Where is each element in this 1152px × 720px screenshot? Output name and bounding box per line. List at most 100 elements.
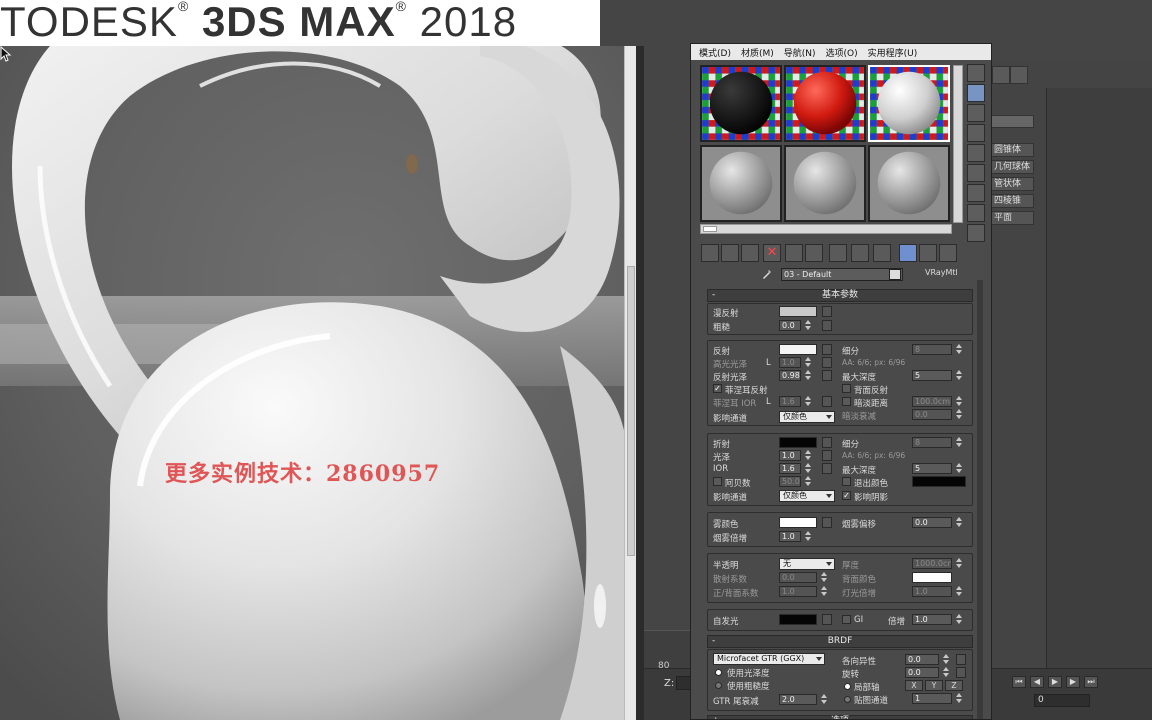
scatter-coeff-field[interactable]: 0.0 — [779, 572, 817, 583]
gtr-tail-spinner[interactable] — [821, 694, 827, 705]
rollout-brdf[interactable]: - BRDF — [707, 635, 973, 648]
roughness-map-button[interactable] — [822, 320, 832, 331]
self-illum-mult-spinner[interactable] — [956, 614, 962, 625]
object-type-dropdown[interactable] — [990, 115, 1034, 128]
light-mult-spinner[interactable] — [956, 586, 962, 597]
backside-checkbox[interactable] — [842, 384, 851, 393]
back-color-swatch[interactable] — [912, 572, 952, 583]
front-back-coeff-field[interactable]: 1.0 — [779, 586, 817, 597]
fog-color-map-button[interactable] — [822, 517, 832, 528]
render-viewport[interactable]: 更多实例技术：2860957 — [0, 46, 628, 720]
menu-navigation[interactable]: 导航(N) — [784, 46, 816, 59]
anisotropy-map-button[interactable] — [956, 654, 966, 665]
cmd-item-pyramid[interactable]: 四棱锥 — [990, 194, 1034, 208]
cmd-item-geosphere[interactable]: 几何球体 — [990, 160, 1034, 174]
background-icon[interactable] — [967, 104, 985, 122]
current-frame-field[interactable]: 0 — [1034, 694, 1090, 707]
diffuse-color-swatch[interactable] — [779, 306, 817, 317]
tab-display-icon[interactable] — [992, 66, 1010, 84]
get-material-icon[interactable] — [701, 244, 719, 262]
fresnel-ior-spinner[interactable] — [805, 396, 811, 407]
go-start-icon[interactable]: ⏮ — [1012, 676, 1026, 688]
abbe-spinner[interactable] — [805, 476, 811, 487]
sample-slot-6[interactable] — [868, 145, 950, 222]
cmd-item-cone[interactable]: 圆锥体 — [990, 143, 1034, 157]
menu-utilities[interactable]: 实用程序(U) — [868, 46, 918, 59]
ior-spinner[interactable] — [805, 463, 811, 474]
fog-color-swatch[interactable] — [779, 517, 817, 528]
roughness-spinner[interactable] — [805, 320, 811, 331]
next-frame-icon[interactable]: ▶ — [1066, 676, 1080, 688]
slots-vertical-scrollbar[interactable] — [953, 65, 963, 223]
sample-slot-2[interactable] — [784, 65, 866, 142]
dim-distance-spinner[interactable] — [956, 396, 962, 407]
fog-mult-field[interactable]: 1.0 — [779, 531, 801, 542]
ior-field[interactable]: 1.6 — [779, 463, 801, 474]
brdf-type-dropdown[interactable]: Microfacet GTR (GGX) — [713, 653, 825, 665]
material-navigator-icon[interactable] — [967, 224, 985, 242]
scrollbar-thumb[interactable] — [627, 266, 635, 556]
use-roughness-radio[interactable] — [715, 682, 722, 689]
self-illum-map-button[interactable] — [822, 614, 832, 625]
axis-x-button[interactable]: X — [905, 680, 923, 691]
sample-slot-5[interactable] — [784, 145, 866, 222]
eyedropper-icon[interactable] — [761, 268, 773, 280]
hilight-lock-button[interactable]: L — [766, 358, 771, 368]
make-preview-icon[interactable] — [967, 164, 985, 182]
exit-color-checkbox[interactable] — [842, 477, 851, 486]
dim-distance-checkbox[interactable] — [842, 397, 851, 406]
use-glossiness-radio[interactable] — [715, 669, 722, 676]
refr-affect-dropdown[interactable]: 仅颜色 — [779, 490, 835, 502]
refr-subdiv-spinner[interactable] — [956, 437, 962, 448]
translucency-dropdown[interactable]: 无 — [779, 558, 835, 570]
axis-y-button[interactable]: Y — [925, 680, 943, 691]
refr-subdiv-field[interactable]: 8 — [912, 437, 952, 448]
tab-utilities-icon[interactable] — [1010, 66, 1028, 84]
fog-mult-spinner[interactable] — [805, 531, 811, 542]
refl-maxdepth-field[interactable]: 5 — [912, 370, 952, 381]
menu-options[interactable]: 选项(O) — [826, 46, 858, 59]
self-illum-mult-field[interactable]: 1.0 — [912, 614, 952, 625]
hilight-gloss-map-button[interactable] — [822, 357, 832, 368]
cmd-item-tube[interactable]: 管状体 — [990, 177, 1034, 191]
fresnel-ior-lock-button[interactable]: L — [766, 397, 771, 407]
rotation-spinner[interactable] — [943, 667, 949, 678]
refr-gloss-spinner[interactable] — [805, 450, 811, 461]
go-to-parent-icon[interactable] — [899, 244, 917, 262]
reset-map-icon[interactable]: ✕ — [763, 244, 781, 262]
dim-falloff-spinner[interactable] — [956, 409, 962, 420]
refl-gloss-map-button[interactable] — [822, 370, 832, 381]
assign-to-selection-icon[interactable] — [741, 244, 759, 262]
make-unique-icon[interactable] — [785, 244, 803, 262]
self-illum-gi-checkbox[interactable] — [842, 615, 851, 624]
uv-tiling-icon[interactable] — [967, 124, 985, 142]
params-scrollbar[interactable] — [977, 280, 983, 719]
abbe-field[interactable]: 50.0 — [779, 476, 801, 487]
diffuse-map-button[interactable] — [822, 306, 832, 317]
select-by-material-icon[interactable] — [967, 204, 985, 222]
axis-z-button[interactable]: Z — [945, 680, 963, 691]
put-to-scene-icon[interactable] — [721, 244, 739, 262]
map-channel-radio[interactable] — [844, 696, 851, 703]
rollout-basic-params[interactable]: - 基本参数 — [707, 289, 973, 302]
prev-frame-icon[interactable]: ◀ — [1030, 676, 1044, 688]
affect-shadows-checkbox[interactable]: ✓ — [842, 491, 851, 500]
thickness-field[interactable]: 1000.0cm — [912, 558, 952, 569]
refl-maxdepth-spinner[interactable] — [956, 370, 962, 381]
show-end-result-icon[interactable] — [873, 244, 891, 262]
refr-maxdepth-field[interactable]: 5 — [912, 463, 952, 474]
reflect-map-button[interactable] — [822, 344, 832, 355]
viewport-splitter[interactable] — [636, 46, 644, 720]
local-axis-radio[interactable] — [844, 683, 851, 690]
show-shaded-icon[interactable] — [851, 244, 869, 262]
video-color-check-icon[interactable] — [967, 144, 985, 162]
dim-distance-field[interactable]: 100.0cm — [912, 396, 952, 407]
viewport-scrollbar[interactable] — [624, 46, 636, 720]
rotation-map-button[interactable] — [956, 667, 966, 678]
hilight-gloss-spinner[interactable] — [805, 357, 811, 368]
refl-gloss-field[interactable]: 0.98 — [779, 370, 801, 381]
material-id-channel-icon[interactable] — [829, 244, 847, 262]
map-channel-spinner[interactable] — [956, 693, 962, 704]
refl-affect-dropdown[interactable]: 仅颜色 — [779, 411, 835, 423]
map-channel-field[interactable]: 1 — [912, 693, 952, 704]
